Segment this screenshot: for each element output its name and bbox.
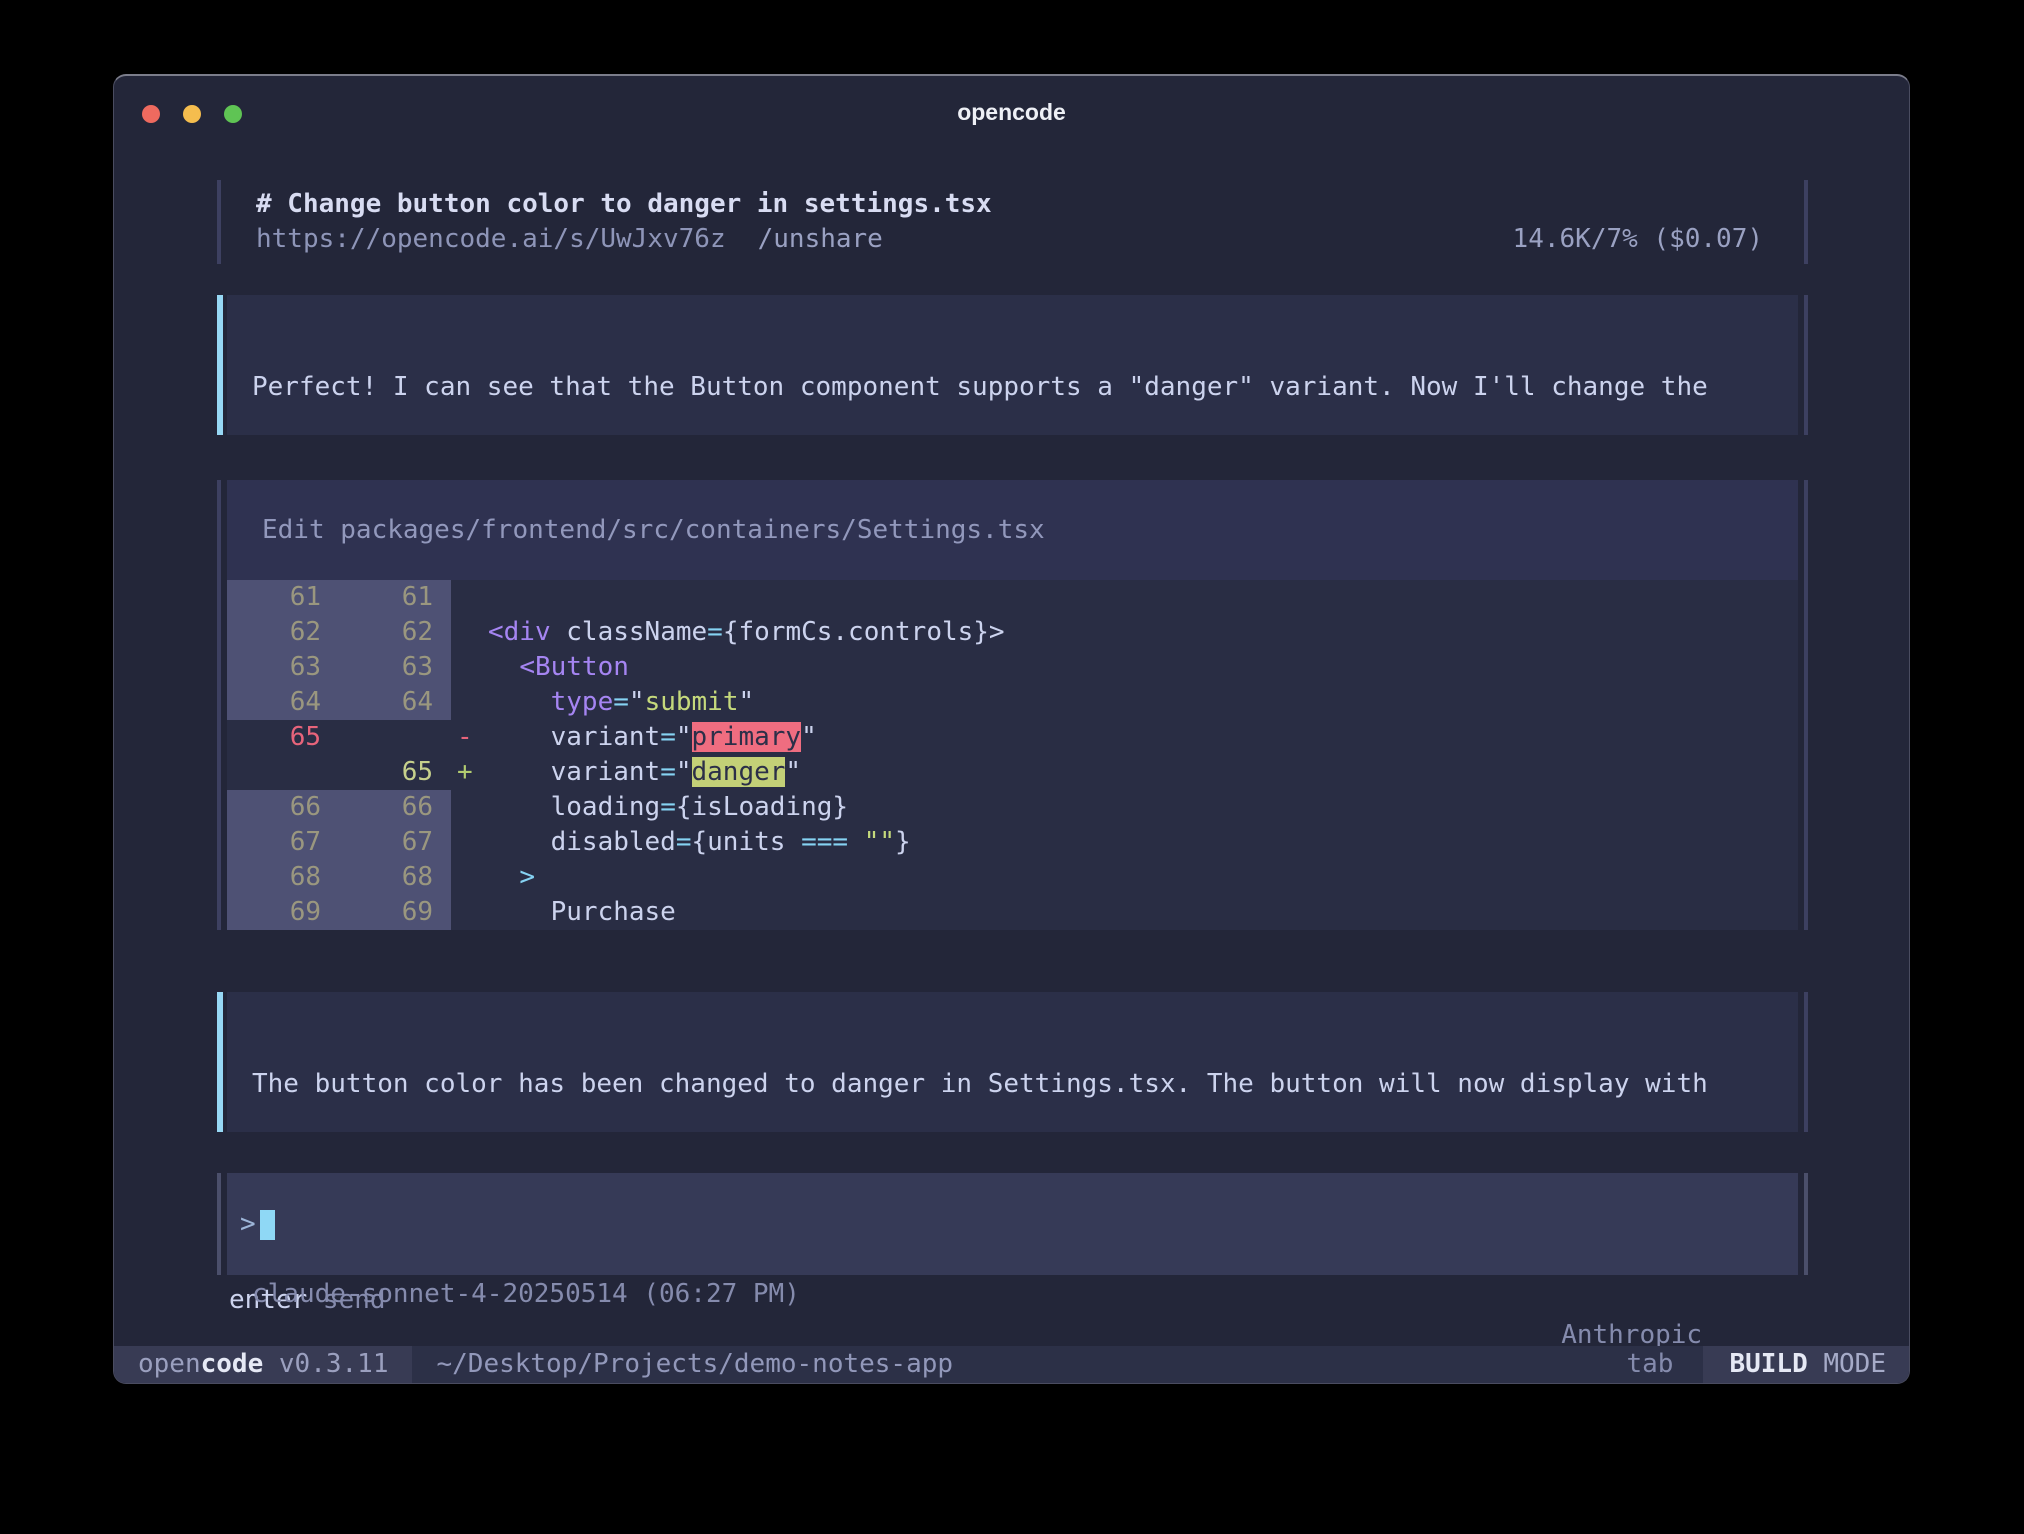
working-directory: ~/Desktop/Projects/demo-notes-app bbox=[436, 1346, 953, 1383]
opencode-window: opencode # Change button color to danger… bbox=[113, 74, 1910, 1384]
old-line-number: 69 bbox=[227, 895, 339, 930]
status-bar: opencode v0.3.11 ~/Desktop/Projects/demo… bbox=[114, 1346, 1909, 1383]
diff-marker bbox=[451, 860, 488, 895]
diff-row: 65+ variant="danger" bbox=[227, 755, 1798, 790]
old-line-number: 68 bbox=[227, 860, 339, 895]
diff-marker: + bbox=[451, 755, 488, 790]
old-line-number: 64 bbox=[227, 685, 339, 720]
diff-row: 6161 bbox=[227, 580, 1798, 615]
code-line bbox=[488, 580, 1798, 615]
message-line: Perfect! I can see that the Button compo… bbox=[252, 370, 1788, 405]
code-line: > bbox=[488, 860, 1798, 895]
share-url-link[interactable]: https://opencode.ai/s/UwJxv76z bbox=[256, 222, 726, 257]
message-meta: claude-sonnet-4-20250514 (06:27 PM) bbox=[252, 1277, 1788, 1312]
diff-row: 6262 <div className={formCs.controls}> bbox=[227, 615, 1798, 650]
new-line-number: 66 bbox=[339, 790, 451, 825]
app-version: v0.3.11 bbox=[263, 1346, 388, 1383]
diff-marker bbox=[451, 650, 488, 685]
session-title: # Change button color to danger in setti… bbox=[256, 187, 1763, 222]
code-line: loading={isLoading} bbox=[488, 790, 1798, 825]
token-usage: 14.6K/7% ($0.07) bbox=[1513, 222, 1763, 257]
diff-row: 65 - variant="primary" bbox=[227, 720, 1798, 755]
new-line-number: 65 bbox=[339, 755, 451, 790]
old-line-number: 67 bbox=[227, 825, 339, 860]
old-line-number bbox=[227, 755, 339, 790]
unshare-command[interactable]: /unshare bbox=[758, 222, 883, 257]
assistant-message-2: The button color has been changed to dan… bbox=[217, 992, 1808, 1132]
new-line-number bbox=[339, 720, 451, 755]
new-line-number: 67 bbox=[339, 825, 451, 860]
diff-marker bbox=[451, 580, 488, 615]
old-line-number: 62 bbox=[227, 615, 339, 650]
diff-row: 6969 Purchase bbox=[227, 895, 1798, 930]
new-line-number: 62 bbox=[339, 615, 451, 650]
prompt-input[interactable]: > bbox=[217, 1173, 1808, 1275]
diff-row: 6767 disabled={units === ""} bbox=[227, 825, 1798, 860]
old-line-number: 61 bbox=[227, 580, 339, 615]
diff-marker bbox=[451, 615, 488, 650]
assistant-message-1: Perfect! I can see that the Button compo… bbox=[217, 295, 1808, 435]
code-line: variant="danger" bbox=[488, 755, 1798, 790]
new-line-number: 68 bbox=[339, 860, 451, 895]
edit-tool-panel: Edit packages/frontend/src/containers/Se… bbox=[217, 480, 1808, 930]
app-name-code: code bbox=[201, 1346, 264, 1383]
old-line-number: 63 bbox=[227, 650, 339, 685]
diff-row: 6363 <Button bbox=[227, 650, 1798, 685]
edit-tool-header: Edit packages/frontend/src/containers/Se… bbox=[227, 480, 1798, 580]
code-line: Purchase bbox=[488, 895, 1798, 930]
old-line-number: 66 bbox=[227, 790, 339, 825]
new-line-number: 61 bbox=[339, 580, 451, 615]
diff-view: 61616262 <div className={formCs.controls}… bbox=[227, 580, 1798, 930]
code-line: <Button bbox=[488, 650, 1798, 685]
diff-row: 6464 type="submit" bbox=[227, 685, 1798, 720]
old-line-number: 65 bbox=[227, 720, 339, 755]
diff-marker bbox=[451, 685, 488, 720]
app-version-chip: opencode v0.3.11 bbox=[114, 1346, 412, 1383]
code-line: type="submit" bbox=[488, 685, 1798, 720]
code-line: disabled={units === ""} bbox=[488, 825, 1798, 860]
tab-key-hint: tab bbox=[1626, 1346, 1673, 1383]
prompt-symbol: > bbox=[240, 1207, 256, 1242]
mode-name: BUILD bbox=[1729, 1346, 1823, 1383]
diff-row: 6666 loading={isLoading} bbox=[227, 790, 1798, 825]
diff-marker bbox=[451, 790, 488, 825]
mode-toggle-chip[interactable]: BUILD MODE bbox=[1703, 1346, 1909, 1383]
code-line: <div className={formCs.controls}> bbox=[488, 615, 1798, 650]
mode-suffix: MODE bbox=[1823, 1346, 1886, 1383]
diff-marker: - bbox=[451, 720, 488, 755]
new-line-number: 63 bbox=[339, 650, 451, 685]
new-line-number: 69 bbox=[339, 895, 451, 930]
code-line: variant="primary" bbox=[488, 720, 1798, 755]
diff-marker bbox=[451, 825, 488, 860]
session-header: # Change button color to danger in setti… bbox=[217, 180, 1808, 264]
diff-marker bbox=[451, 895, 488, 930]
message-line: The button color has been changed to dan… bbox=[252, 1067, 1788, 1102]
new-line-number: 64 bbox=[339, 685, 451, 720]
text-cursor bbox=[260, 1210, 275, 1240]
diff-row: 6868 > bbox=[227, 860, 1798, 895]
app-name-open: open bbox=[138, 1346, 201, 1383]
